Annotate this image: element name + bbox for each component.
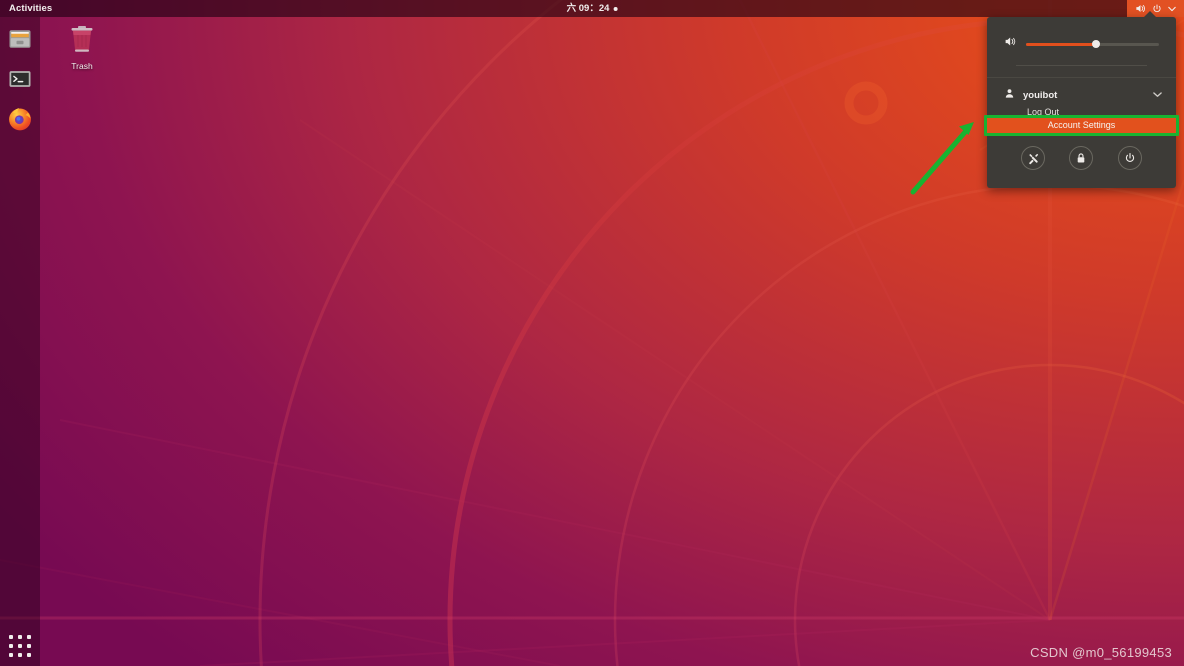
volume-slider[interactable] bbox=[1026, 40, 1159, 48]
notification-dot-icon bbox=[613, 6, 618, 11]
watermark-text: CSDN @m0_56199453 bbox=[1030, 645, 1172, 660]
system-menu: youibot Log Out Account Settings bbox=[984, 17, 1179, 188]
account-settings-item[interactable]: Account Settings bbox=[987, 118, 1176, 133]
volume-row bbox=[987, 17, 1176, 53]
power-icon bbox=[1125, 152, 1134, 162]
volume-slider-knob[interactable] bbox=[1092, 40, 1101, 48]
user-icon bbox=[1004, 86, 1015, 104]
account-settings-wrapper: Account Settings bbox=[984, 115, 1179, 136]
dock bbox=[0, 17, 40, 666]
user-menu-row[interactable]: youibot bbox=[987, 78, 1176, 104]
menu-divider-short bbox=[1016, 65, 1147, 66]
clock-label: 六 09：24 bbox=[566, 3, 610, 14]
dock-items bbox=[0, 17, 40, 135]
volume-slider-fill bbox=[1026, 42, 1097, 46]
dock-item-files[interactable] bbox=[4, 23, 36, 55]
trash-icon bbox=[71, 26, 93, 52]
desktop-screen: Activities 六 09：24 Trash youibot Log Out… bbox=[0, 0, 1184, 666]
settings-button[interactable] bbox=[1021, 146, 1046, 170]
lock-icon bbox=[1078, 153, 1085, 163]
log-out-item[interactable]: Log Out bbox=[987, 104, 1176, 117]
desktop-icon-trash[interactable]: Trash bbox=[57, 24, 107, 71]
chevron-down-icon[interactable] bbox=[1168, 5, 1176, 13]
system-menu-pointer bbox=[1143, 11, 1157, 18]
activities-button[interactable]: Activities bbox=[0, 0, 61, 17]
volume-medium-icon[interactable] bbox=[1004, 35, 1017, 53]
clock-button[interactable]: 六 09：24 bbox=[567, 0, 618, 17]
power-off-button[interactable] bbox=[1117, 146, 1142, 170]
top-bar: Activities 六 09：24 bbox=[0, 0, 1184, 17]
dock-item-terminal[interactable] bbox=[4, 63, 36, 95]
lock-button[interactable] bbox=[1069, 146, 1094, 170]
system-menu-actions bbox=[987, 133, 1176, 170]
user-expander-chevron-down-icon[interactable] bbox=[1153, 86, 1162, 104]
user-name-label: youibot bbox=[1023, 89, 1058, 101]
apps-grid-icon bbox=[9, 635, 31, 657]
show-applications-button[interactable] bbox=[4, 630, 36, 662]
tools-icon bbox=[1028, 153, 1038, 164]
dock-item-firefox[interactable] bbox=[4, 103, 36, 135]
desktop-icon-label: Trash bbox=[71, 61, 93, 71]
